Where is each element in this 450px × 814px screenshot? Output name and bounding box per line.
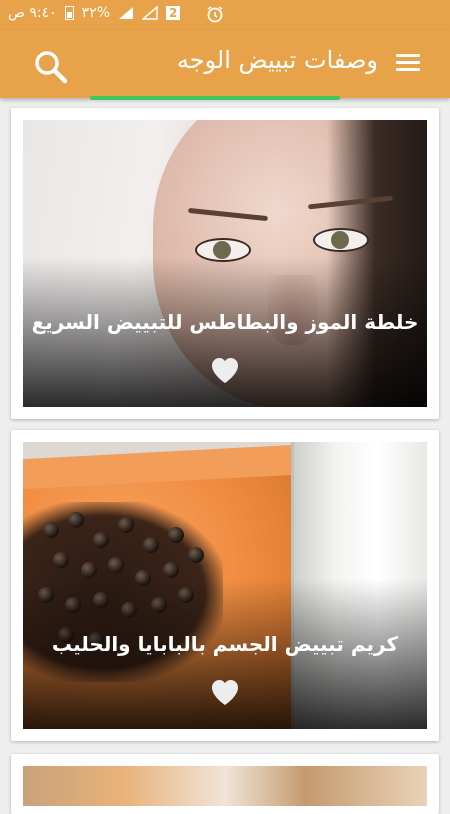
- status-left: ٩:٤٠ ص ٣٢% 2: [8, 5, 181, 21]
- recipe-image: كريم تبييض الجسم بالبابايا والحليب: [23, 442, 427, 729]
- recipe-image: [23, 766, 427, 806]
- status-bar: ٩:٤٠ ص ٣٢% 2: [0, 0, 450, 30]
- favorite-heart-icon[interactable]: [210, 356, 240, 384]
- search-icon[interactable]: [34, 50, 68, 84]
- recipe-card[interactable]: خلطة الموز والبطاطس للتبييض السريع: [11, 108, 439, 419]
- loading-progress-bar: [0, 96, 450, 100]
- menu-icon[interactable]: [396, 54, 420, 72]
- signal-icon-2: [142, 6, 158, 20]
- battery-icon: [64, 6, 74, 20]
- recipe-title: كريم تبييض الجسم بالبابايا والحليب: [51, 632, 399, 656]
- status-time: ٩:٤٠ ص: [8, 5, 57, 21]
- recipe-image: خلطة الموز والبطاطس للتبييض السريع: [23, 120, 427, 407]
- app-bar: وصفات تبييض الوجه: [0, 30, 450, 98]
- app-title: وصفات تبييض الوجه: [176, 46, 378, 74]
- signal-icon: [119, 7, 134, 19]
- recipe-card[interactable]: كريم تبييض الجسم بالبابايا والحليب: [11, 430, 439, 741]
- recipe-card[interactable]: [11, 754, 439, 814]
- progress-fill: [90, 96, 340, 100]
- sim-badge: 2: [166, 6, 181, 20]
- favorite-heart-icon[interactable]: [210, 678, 240, 706]
- battery-level: ٣٢%: [81, 5, 111, 21]
- recipe-title: خلطة الموز والبطاطس للتبييض السريع: [31, 310, 419, 334]
- alarm-icon: [207, 6, 223, 23]
